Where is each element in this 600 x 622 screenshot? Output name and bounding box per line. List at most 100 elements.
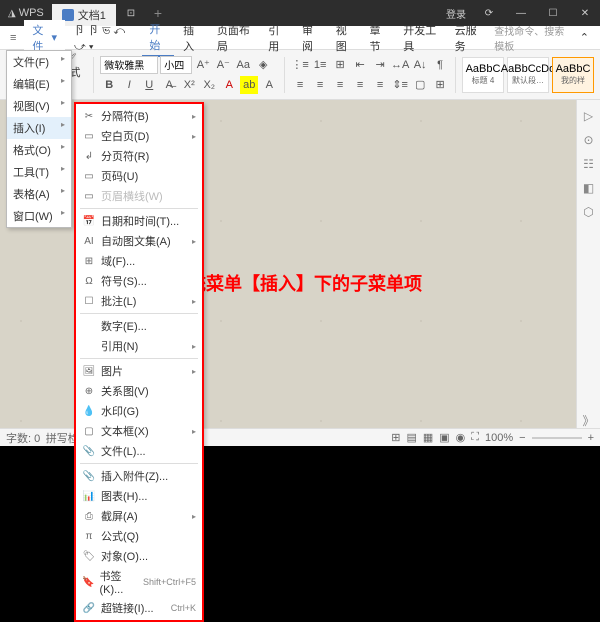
submenu-item[interactable]: ⊞域(F)... — [76, 251, 202, 271]
menu-item[interactable]: 编辑(E)▸ — [7, 73, 71, 95]
tab-ref[interactable]: 引用 — [261, 20, 293, 56]
submenu-item[interactable]: ✂分隔符(B)▸ — [76, 106, 202, 126]
layer-icon[interactable]: ◧ — [581, 180, 597, 196]
menu-item[interactable]: 视图(V)▸ — [7, 95, 71, 117]
nav-icon[interactable]: ☷ — [581, 156, 597, 172]
tab-chapter[interactable]: 章节 — [362, 20, 394, 56]
submenu-item[interactable]: 📊图表(H)... — [76, 486, 202, 506]
submenu-item[interactable]: 🔖书签(K)...Shift+Ctrl+F5 — [76, 566, 202, 598]
menu-item[interactable]: 工具(T)▸ — [7, 161, 71, 183]
menu-item[interactable]: 插入(I)▸ — [7, 117, 71, 139]
highlight[interactable]: ab — [240, 76, 258, 94]
file-dropdown-menu: 文件(F)▸编辑(E)▸视图(V)▸插入(I)▸格式(O)▸工具(T)▸表格(A… — [6, 50, 72, 228]
menu-item[interactable]: 表格(A)▸ — [7, 183, 71, 205]
change-case[interactable]: Aa — [234, 56, 252, 74]
submenu-item[interactable]: 🔗超链接(I)...Ctrl+K — [76, 598, 202, 618]
submenu-item[interactable]: ☐批注(L)▸ — [76, 291, 202, 311]
shape-icon[interactable]: ⬡ — [581, 204, 597, 220]
word-count[interactable]: 字数: 0 — [6, 430, 40, 446]
view-focus[interactable]: ◉ — [456, 431, 466, 444]
tab-insert[interactable]: 插入 — [176, 20, 208, 56]
submenu-item[interactable]: ↲分页符(R) — [76, 146, 202, 166]
submenu-item[interactable]: 📅日期和时间(T)... — [76, 211, 202, 231]
view-full[interactable]: ⛶ — [471, 431, 479, 444]
menu-item[interactable]: 格式(O)▸ — [7, 139, 71, 161]
indent-inc[interactable]: ⇥ — [371, 56, 389, 74]
zoom-in[interactable]: + — [588, 432, 594, 444]
clear-format[interactable]: ◈ — [254, 56, 272, 74]
menu-item[interactable]: 窗口(W)▸ — [7, 205, 71, 227]
tab-layout[interactable]: 页面布局 — [210, 20, 259, 56]
tab-dev[interactable]: 开发工具 — [396, 20, 445, 56]
submenu-item[interactable]: π公式(Q) — [76, 526, 202, 546]
tab-view[interactable]: 视图 — [329, 20, 361, 56]
style-my[interactable]: AaBbC我的样 — [552, 57, 594, 93]
style-heading4[interactable]: AaBbC标题 4 — [462, 57, 504, 93]
underline-button[interactable]: U — [140, 76, 158, 94]
submenu-item[interactable]: ▭页码(U) — [76, 166, 202, 186]
insert-submenu: ✂分隔符(B)▸▭空白页(D)▸↲分页符(R)▭页码(U)▭页眉横线(W) 📅日期… — [74, 102, 204, 622]
decrease-font[interactable]: A⁻ — [214, 56, 232, 74]
view-read[interactable]: ▣ — [439, 431, 449, 444]
search-box[interactable]: 查找命令、搜索模板 — [490, 23, 571, 53]
borders[interactable]: ⊞ — [431, 76, 449, 94]
sub-button[interactable]: X₂ — [200, 76, 218, 94]
align-justify[interactable]: ≡ — [351, 76, 369, 94]
submenu-item[interactable]: Ω符号(S)... — [76, 271, 202, 291]
submenu-item[interactable]: 🏷对象(O)... — [76, 546, 202, 566]
zoom-slider[interactable] — [532, 437, 582, 439]
font-name-input[interactable] — [100, 56, 158, 74]
login-button[interactable]: 登录 — [440, 6, 472, 21]
indent-dec[interactable]: ⇤ — [351, 56, 369, 74]
multi-list[interactable]: ⊞ — [331, 56, 349, 74]
view-web[interactable]: ▦ — [423, 431, 433, 444]
view-print[interactable]: ⊞ — [391, 431, 400, 444]
show-marks[interactable]: ¶ — [431, 56, 449, 74]
line-spacing[interactable]: ⇕≡ — [391, 76, 409, 94]
wps-logo[interactable]: ◮ WPS — [0, 7, 52, 19]
collapse-panel[interactable]: 》 — [581, 412, 597, 428]
zoom-out[interactable]: − — [519, 432, 525, 444]
view-outline[interactable]: ▤ — [406, 431, 416, 444]
settings-icon[interactable]: ⊙ — [581, 132, 597, 148]
menu-item[interactable]: 文件(F)▸ — [7, 51, 71, 73]
super-button[interactable]: X² — [180, 76, 198, 94]
font-color[interactable]: A — [220, 76, 238, 94]
italic-button[interactable]: I — [120, 76, 138, 94]
submenu-item[interactable]: ▭页眉横线(W) — [76, 186, 202, 206]
submenu-item[interactable]: 数字(E)... — [76, 316, 202, 336]
submenu-item[interactable]: ⊕关系图(V) — [76, 381, 202, 401]
submenu-item[interactable]: 📎文件(L)... — [76, 441, 202, 461]
style-default[interactable]: AaBbCcDd默认段… — [507, 57, 549, 93]
tab-start[interactable]: 开始 — [142, 19, 174, 57]
submenu-item[interactable]: AI自动图文集(A)▸ — [76, 231, 202, 251]
annotation-text: 传统菜单【插入】下的子菜单项 — [170, 270, 422, 296]
submenu-item[interactable]: ▭空白页(D)▸ — [76, 126, 202, 146]
hamburger-icon[interactable]: ≡ — [4, 32, 22, 44]
align-right[interactable]: ≡ — [331, 76, 349, 94]
sort[interactable]: A↓ — [411, 56, 429, 74]
char-scale[interactable]: ↔A — [391, 56, 409, 74]
collapse-ribbon[interactable]: ⌃ — [573, 29, 596, 46]
number-list[interactable]: 1≡ — [311, 56, 329, 74]
bullet-list[interactable]: ⋮≡ — [291, 56, 309, 74]
char-border[interactable]: A — [260, 76, 278, 94]
strike-button[interactable]: A̶ — [160, 76, 178, 94]
align-dist[interactable]: ≡ — [371, 76, 389, 94]
tab-review[interactable]: 审阅 — [295, 20, 327, 56]
submenu-item[interactable]: 🖼图片▸ — [76, 361, 202, 381]
font-size-input[interactable] — [160, 56, 192, 74]
submenu-item[interactable]: 引用(N)▸ — [76, 336, 202, 356]
bold-button[interactable]: B — [100, 76, 118, 94]
align-center[interactable]: ≡ — [311, 76, 329, 94]
submenu-item[interactable]: 💧水印(G) — [76, 401, 202, 421]
submenu-item[interactable]: ⎙截屏(A)▸ — [76, 506, 202, 526]
zoom-level[interactable]: 100% — [485, 432, 513, 444]
select-icon[interactable]: ▷ — [581, 108, 597, 124]
align-left[interactable]: ≡ — [291, 76, 309, 94]
submenu-item[interactable]: 📎插入附件(Z)... — [76, 466, 202, 486]
submenu-item[interactable]: ▢文本框(X)▸ — [76, 421, 202, 441]
close-button[interactable]: ✕ — [570, 0, 600, 26]
increase-font[interactable]: A⁺ — [194, 56, 212, 74]
shading[interactable]: ▢ — [411, 76, 429, 94]
